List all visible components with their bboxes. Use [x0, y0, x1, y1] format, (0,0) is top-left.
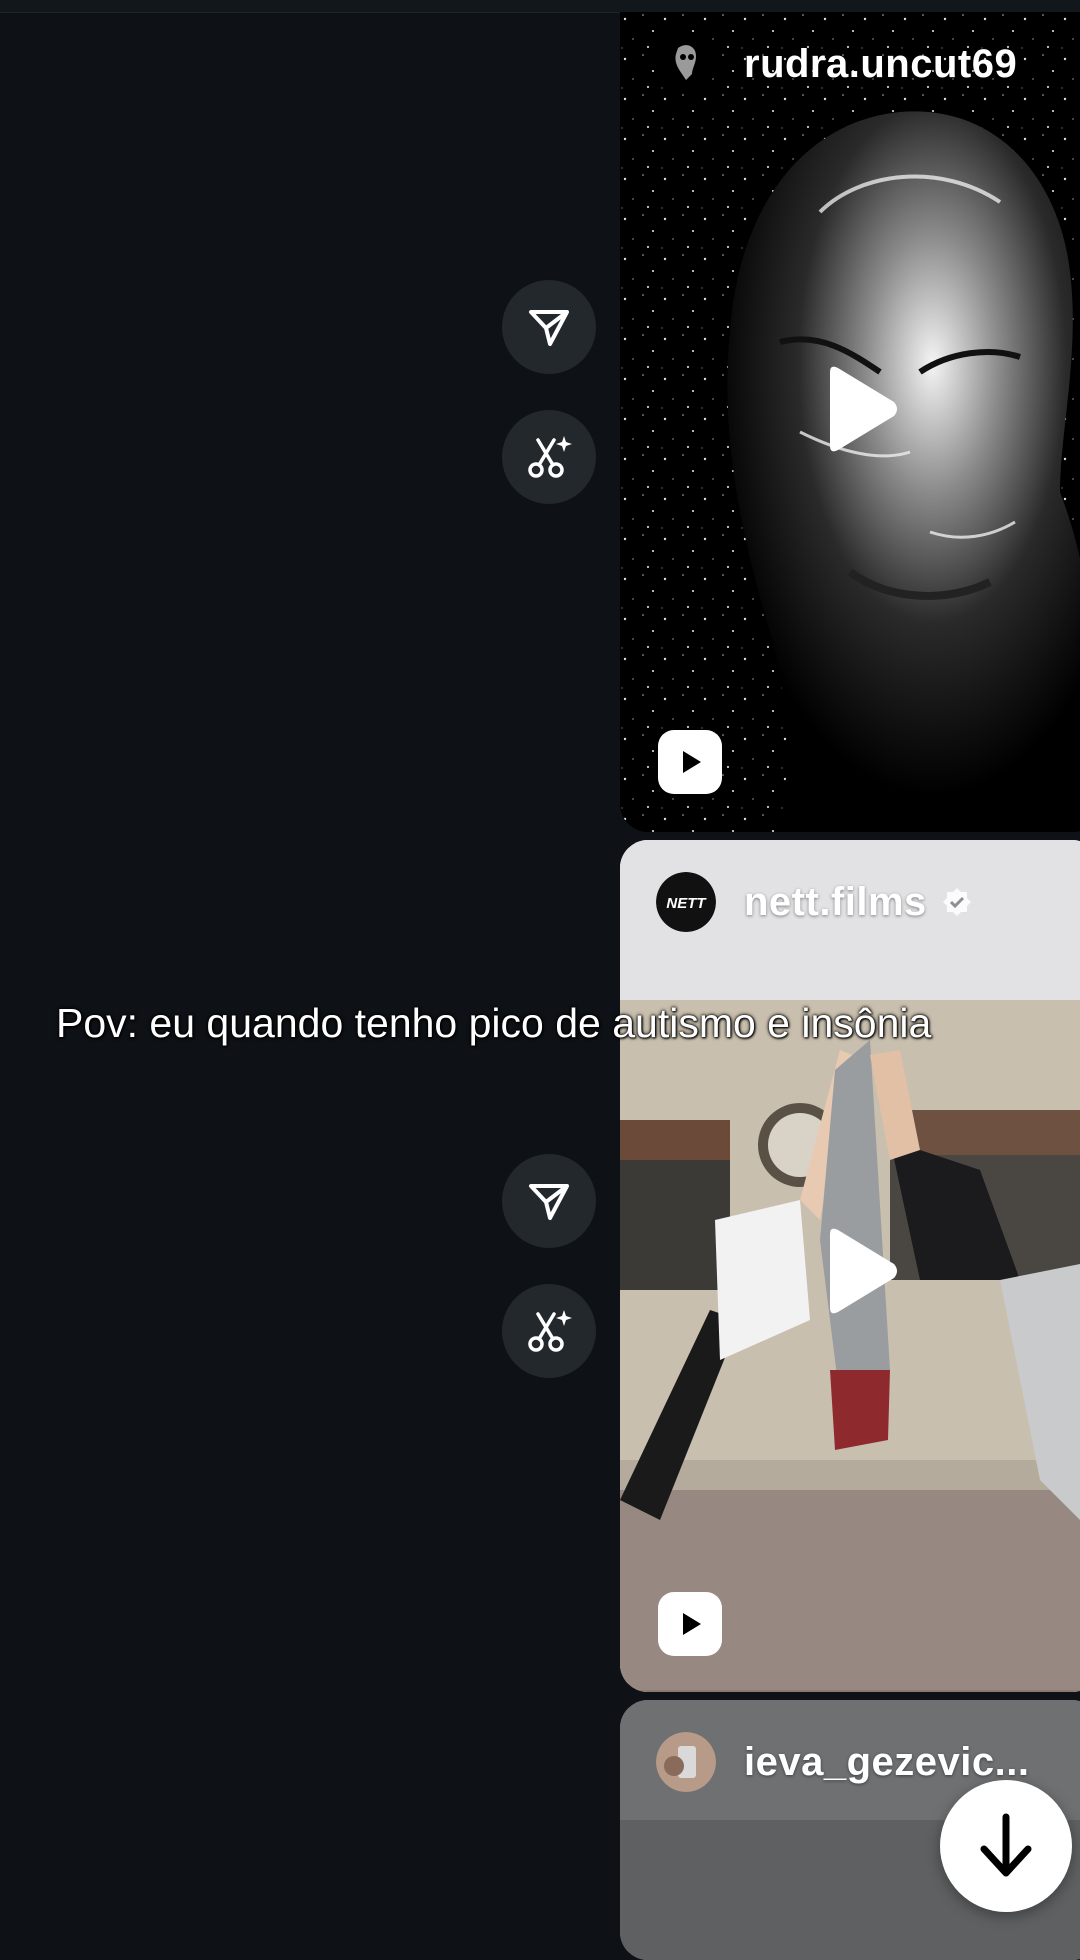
share-button[interactable] [502, 280, 596, 374]
post-card-rudra[interactable]: rudra.uncut69 [620, 12, 1080, 832]
reel-indicator-icon [658, 1592, 722, 1656]
post-username[interactable]: ieva_gezevic... [744, 1740, 1029, 1785]
arrow-down-icon [980, 1813, 1032, 1877]
remix-button[interactable] [502, 410, 596, 504]
skull-avatar-icon[interactable] [656, 34, 716, 94]
post-username[interactable]: rudra.uncut69 [744, 42, 1017, 87]
post-header[interactable]: NETT nett.films [656, 872, 973, 932]
share-button[interactable] [502, 1154, 596, 1248]
post-card-nett[interactable]: NETT nett.films [620, 840, 1080, 1692]
remix-button[interactable] [502, 1284, 596, 1378]
play-icon[interactable] [820, 1226, 900, 1316]
post-header[interactable]: ieva_gezevic... [656, 1732, 1029, 1792]
play-icon[interactable] [820, 364, 900, 454]
verified-badge-icon [942, 888, 971, 916]
video-caption: Pov: eu quando tenho pico de autismo e i… [56, 1000, 932, 1046]
post-header[interactable]: rudra.uncut69 [656, 34, 1017, 94]
avatar-logo-text: NETT [666, 895, 707, 912]
remix-sparkle-icon [528, 1310, 572, 1352]
nett-avatar[interactable]: NETT [656, 872, 716, 932]
send-icon [529, 310, 569, 346]
remix-sparkle-icon [528, 436, 572, 478]
photo-avatar[interactable] [656, 1732, 716, 1792]
scroll-down-button[interactable] [940, 1780, 1072, 1912]
post-username[interactable]: nett.films [744, 880, 927, 925]
reel-indicator-icon [658, 730, 722, 794]
send-icon [529, 1184, 569, 1220]
